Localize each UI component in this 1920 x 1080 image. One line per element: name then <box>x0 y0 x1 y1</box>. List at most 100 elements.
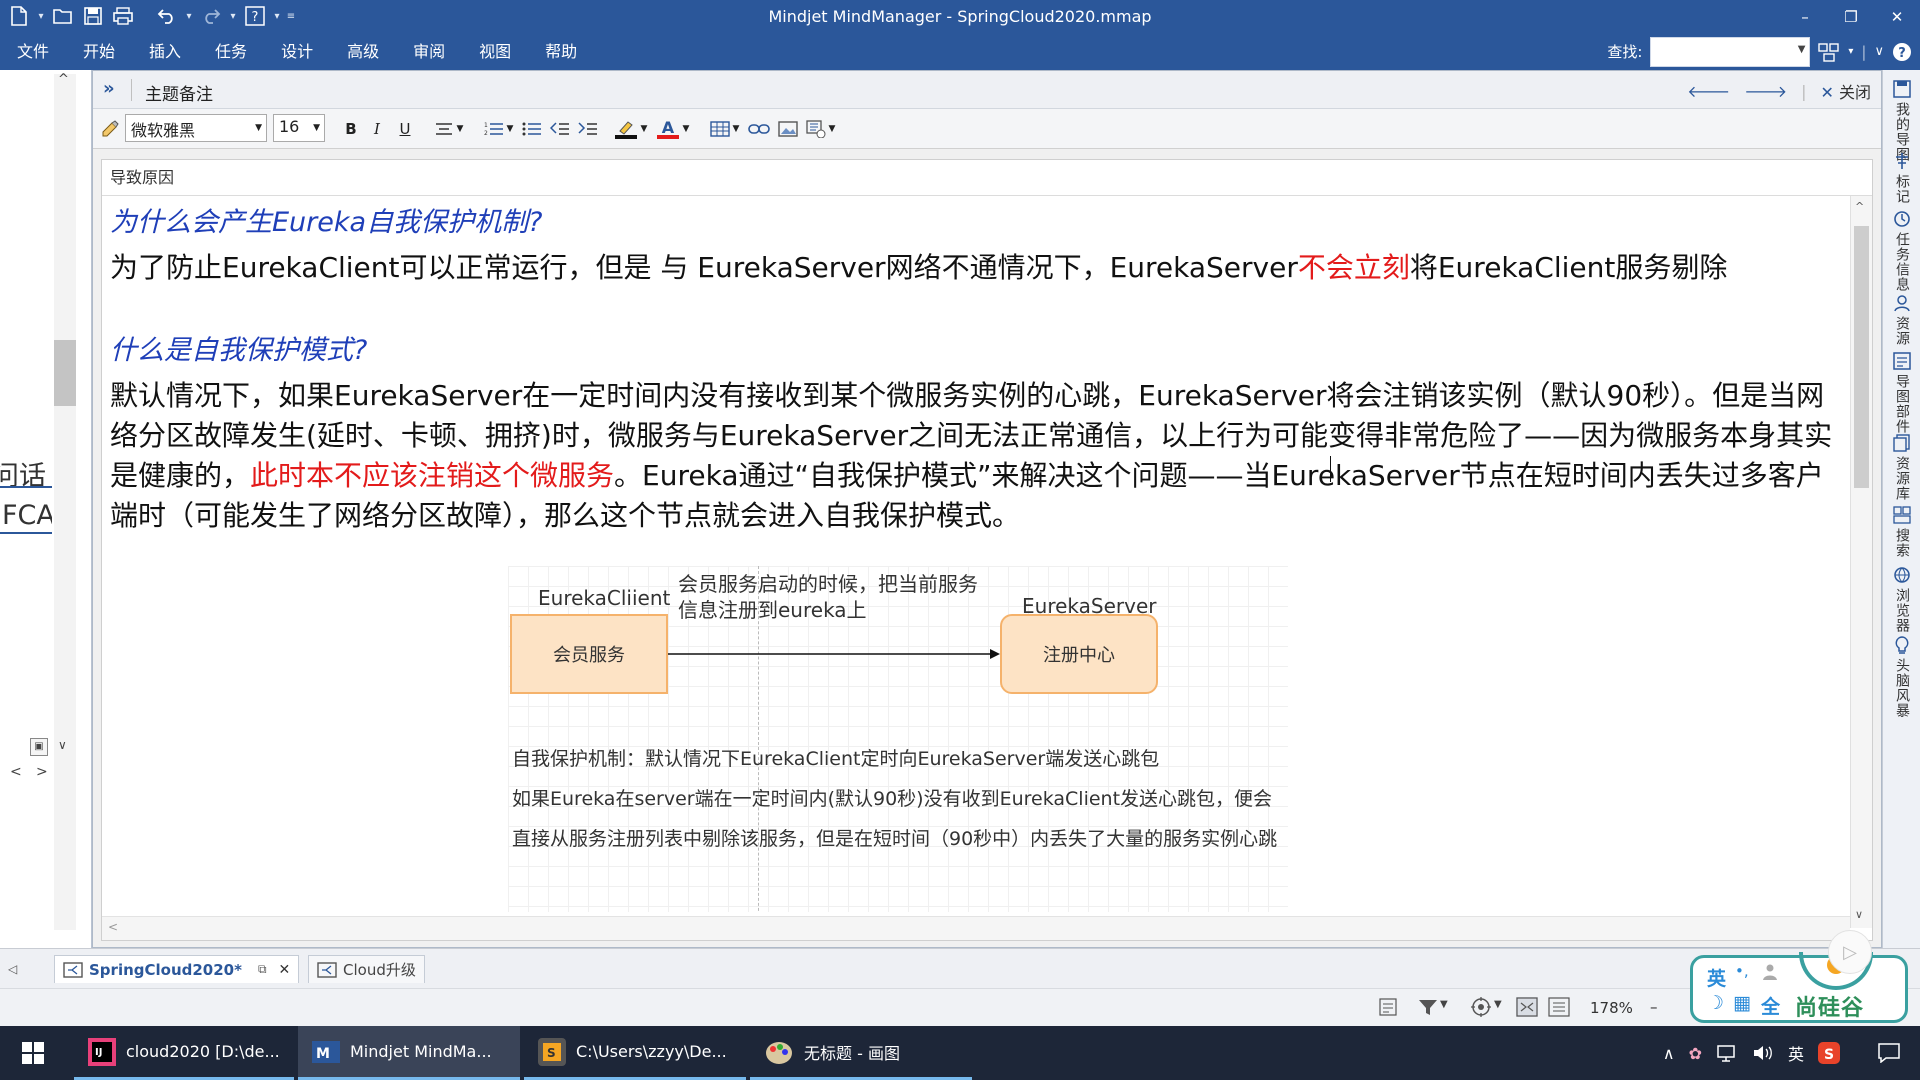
sidebar-tab-search[interactable]: 搜索 <box>1883 506 1920 558</box>
outline-view-icon[interactable] <box>1548 997 1570 1017</box>
font-family-select[interactable]: 微软雅黑 ▼ <box>125 114 267 142</box>
format-painter-icon[interactable] <box>99 117 121 141</box>
scroll-up-icon[interactable]: ^ <box>1855 200 1864 213</box>
sidebar-tab-library[interactable]: 资源库 <box>1883 434 1920 501</box>
menu-review[interactable]: 审阅 <box>396 33 462 70</box>
hyperlink-icon[interactable] <box>747 117 771 141</box>
help-icon[interactable]: ? <box>242 3 268 29</box>
bold-button[interactable]: B <box>341 117 361 141</box>
tab-cloud-upgrade[interactable]: Cloud升级 <box>308 955 425 983</box>
customize-qat-icon[interactable]: ≡ <box>286 3 296 29</box>
topic-fragment[interactable]: 问话 <box>0 452 52 488</box>
sidebar-tab-browser[interactable]: 浏览器 <box>1883 566 1920 633</box>
insert-image-icon[interactable] <box>777 117 799 141</box>
previous-note-icon[interactable]: 🡐 <box>1687 81 1730 101</box>
notes-horizontal-scrollbar[interactable]: < <box>102 916 1850 940</box>
scroll-right-icon[interactable]: > <box>36 764 48 780</box>
tab-springcloud2020[interactable]: SpringCloud2020* ⧉ ✕ <box>54 955 300 983</box>
new-file-icon[interactable] <box>6 3 32 29</box>
undo-dropdown-icon[interactable]: ▾ <box>184 3 194 29</box>
align-dropdown-icon[interactable]: ▼ <box>455 117 465 141</box>
undo-icon[interactable] <box>154 3 180 29</box>
sogou-icon[interactable]: S <box>1818 1042 1840 1064</box>
sidebar-tab-markers[interactable]: 标记 <box>1883 152 1920 204</box>
map-overview-icon[interactable]: ▣ <box>30 738 48 756</box>
zoom-out-icon[interactable]: – <box>1650 998 1658 1016</box>
increase-indent-icon[interactable] <box>577 117 599 141</box>
sidebar-tab-map-parts[interactable]: 导图部件 <box>1883 352 1920 434</box>
tray-app-icon[interactable]: ✿ <box>1689 1044 1702 1063</box>
help-circle-icon[interactable]: ? <box>1892 42 1912 62</box>
restore-button[interactable]: ❐ <box>1828 0 1874 33</box>
expand-panel-icon[interactable]: » <box>103 78 115 99</box>
tabs-scroll-left-icon[interactable]: ◁ <box>8 962 17 976</box>
map-view-icon[interactable] <box>1516 997 1538 1017</box>
layout-icon[interactable] <box>1818 42 1840 62</box>
menu-file[interactable]: 文件 <box>0 33 66 70</box>
table-icon[interactable] <box>709 117 731 141</box>
insert-object-icon[interactable] <box>805 117 827 141</box>
taskbar-intellij[interactable]: IJ cloud2020 [D:\de... <box>74 1026 294 1080</box>
align-icon[interactable] <box>433 117 455 141</box>
menu-task[interactable]: 任务 <box>198 33 264 70</box>
list-dropdown-icon[interactable]: ▼ <box>505 117 515 141</box>
taskbar-paint[interactable]: 无标题 - 画图 <box>750 1026 972 1080</box>
scroll-down-icon[interactable]: ∨ <box>58 738 67 752</box>
notes-vertical-scrollbar[interactable]: ^ ∨ <box>1850 196 1872 928</box>
start-button[interactable] <box>0 1026 66 1080</box>
menu-help[interactable]: 帮助 <box>528 33 594 70</box>
menu-view[interactable]: 视图 <box>462 33 528 70</box>
search-input[interactable]: ▼ <box>1650 36 1811 67</box>
sidebar-tab-resources[interactable]: 资源 <box>1883 294 1920 346</box>
font-color-icon[interactable]: A <box>655 117 681 141</box>
volume-icon[interactable] <box>1752 1044 1774 1062</box>
object-dropdown-icon[interactable]: ▼ <box>827 117 837 141</box>
scroll-left-icon[interactable]: < <box>108 920 118 934</box>
taskbar-mindmanager[interactable]: M Mindjet MindMa... <box>298 1026 520 1080</box>
underline-button[interactable]: U <box>395 117 415 141</box>
float-tab-icon[interactable]: ⧉ <box>258 962 267 977</box>
highlight-dropdown-icon[interactable]: ▼ <box>639 117 649 141</box>
save-icon[interactable] <box>80 3 106 29</box>
topic-fragment[interactable]: FCA <box>0 498 52 534</box>
font-color-dropdown-icon[interactable]: ▼ <box>681 117 691 141</box>
italic-button[interactable]: I <box>367 117 387 141</box>
menu-insert[interactable]: 插入 <box>132 33 198 70</box>
focus-icon[interactable] <box>1470 997 1492 1017</box>
input-method-indicator[interactable]: 英 <box>1788 1041 1804 1065</box>
ribbon-collapse-icon[interactable]: ∨ <box>1874 44 1884 59</box>
numbered-list-icon[interactable]: 12 <box>483 117 505 141</box>
open-folder-icon[interactable] <box>50 3 76 29</box>
notification-icon[interactable] <box>1878 1043 1900 1063</box>
scrollbar-thumb[interactable] <box>54 340 76 406</box>
taskbar-sublime[interactable]: S C:\Users\zzyy\De... <box>524 1026 746 1080</box>
sidebar-tab-brainstorm[interactable]: 头脑风暴 <box>1883 636 1920 718</box>
scroll-up-icon[interactable]: ^ <box>58 72 69 87</box>
topic-name-field[interactable]: 导致原因 <box>102 160 1872 196</box>
highlight-color-icon[interactable] <box>613 117 639 141</box>
scroll-left-icon[interactable]: < <box>10 764 22 780</box>
help-dropdown-icon[interactable]: ▾ <box>272 3 282 29</box>
play-overlay-icon[interactable]: ▷ <box>1828 930 1872 974</box>
menu-advanced[interactable]: 高级 <box>330 33 396 70</box>
focus-dropdown-icon[interactable]: ▼ <box>1494 999 1502 1010</box>
network-icon[interactable] <box>1716 1044 1738 1062</box>
note-editor[interactable]: 为什么会产生Eureka自我保护机制? 为了防止EurekaClient可以正常… <box>110 206 1845 912</box>
next-note-icon[interactable]: 🡒 <box>1744 81 1787 101</box>
print-icon[interactable] <box>110 3 136 29</box>
redo-icon[interactable] <box>198 3 224 29</box>
close-notes-button[interactable]: ✕ 关闭 <box>1820 79 1871 103</box>
redo-dropdown-icon[interactable]: ▾ <box>228 3 238 29</box>
bullet-list-icon[interactable] <box>521 117 543 141</box>
filter-icon[interactable] <box>1418 998 1438 1016</box>
show-hidden-icons[interactable]: ∧ <box>1663 1044 1675 1063</box>
chevron-down-icon[interactable]: ▼ <box>1798 44 1806 55</box>
page-view-icon[interactable] <box>1378 998 1398 1016</box>
filter-dropdown-icon[interactable]: ▼ <box>1440 999 1448 1010</box>
map-vertical-scrollbar[interactable]: ^ <box>54 72 76 930</box>
decrease-indent-icon[interactable] <box>549 117 571 141</box>
sidebar-tab-task-info[interactable]: 任务信息 <box>1883 210 1920 292</box>
menu-home[interactable]: 开始 <box>66 33 132 70</box>
sidebar-tab-my-maps[interactable]: 我的导图 <box>1883 80 1920 162</box>
close-window-button[interactable]: ✕ <box>1874 0 1920 33</box>
